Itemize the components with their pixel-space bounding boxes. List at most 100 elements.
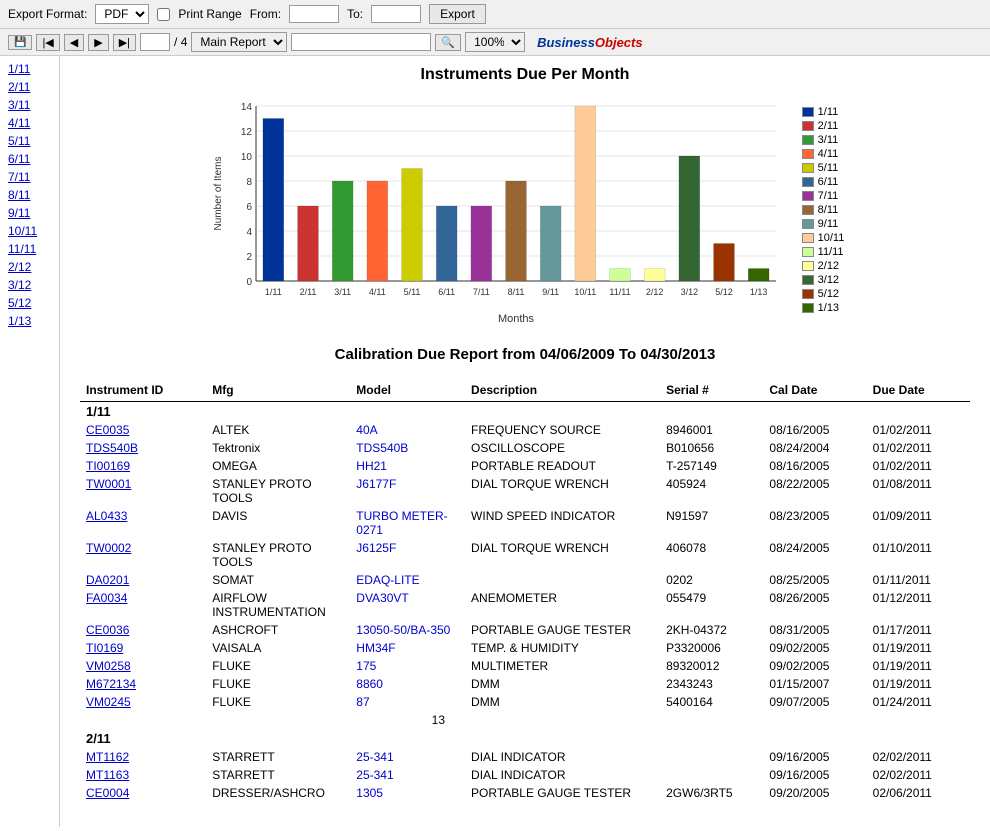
cell-instrument[interactable]: CE0035: [80, 421, 206, 439]
cell-duedate: 01/10/2011: [867, 539, 970, 571]
cell-model[interactable]: 13050-50/BA-350: [350, 621, 465, 639]
sidebar-item[interactable]: 9/11: [0, 204, 59, 222]
cell-caldate: 09/20/2005: [763, 784, 866, 802]
search-input[interactable]: [291, 33, 431, 51]
cell-instrument[interactable]: DA0201: [80, 571, 206, 589]
cell-instrument[interactable]: VM0245: [80, 693, 206, 711]
cell-instrument[interactable]: M672134: [80, 675, 206, 693]
cell-instrument[interactable]: TI0169: [80, 639, 206, 657]
cell-instrument[interactable]: TW0001: [80, 475, 206, 507]
sidebar-item[interactable]: 5/11: [0, 132, 59, 150]
svg-text:3/11: 3/11: [334, 287, 351, 297]
cell-model[interactable]: 87: [350, 693, 465, 711]
sidebar: 1/112/113/114/115/116/117/118/119/1110/1…: [0, 56, 60, 827]
nav-prev-button[interactable]: ◀: [64, 34, 84, 51]
cell-desc: DMM: [465, 675, 660, 693]
sidebar-item[interactable]: 11/11: [0, 240, 59, 258]
cell-serial: B010656: [660, 439, 763, 457]
cell-model[interactable]: 40A: [350, 421, 465, 439]
svg-text:6: 6: [246, 202, 252, 213]
sidebar-item[interactable]: 1/13: [0, 312, 59, 330]
to-input[interactable]: [371, 5, 421, 23]
cell-mfg: FLUKE: [206, 657, 350, 675]
cell-instrument[interactable]: CE0004: [80, 784, 206, 802]
cell-model[interactable]: 8860: [350, 675, 465, 693]
sidebar-item[interactable]: 4/11: [0, 114, 59, 132]
svg-text:8: 8: [246, 177, 252, 188]
sidebar-item[interactable]: 7/11: [0, 168, 59, 186]
cell-instrument[interactable]: TDS540B: [80, 439, 206, 457]
svg-text:Number of Items: Number of Items: [213, 157, 224, 231]
table-row: TDS540B Tektronix TDS540B OSCILLOSCOPE B…: [80, 439, 970, 457]
legend-item: 6/11: [802, 176, 845, 188]
sidebar-item[interactable]: 3/12: [0, 276, 59, 294]
cell-instrument[interactable]: FA0034: [80, 589, 206, 621]
cell-serial: 2343243: [660, 675, 763, 693]
print-range-checkbox[interactable]: [157, 8, 170, 21]
from-input[interactable]: [289, 5, 339, 23]
cell-caldate: 01/15/2007: [763, 675, 866, 693]
cell-model[interactable]: J6177F: [350, 475, 465, 507]
cell-model[interactable]: 1305: [350, 784, 465, 802]
nav-first-button[interactable]: |◀: [36, 34, 59, 51]
table-row: MT1162 STARRETT 25-341 DIAL INDICATOR 09…: [80, 748, 970, 766]
sidebar-item[interactable]: 10/11: [0, 222, 59, 240]
cell-model[interactable]: DVA30VT: [350, 589, 465, 621]
cell-mfg: Tektronix: [206, 439, 350, 457]
cell-model[interactable]: 175: [350, 657, 465, 675]
cell-instrument[interactable]: MT1163: [80, 766, 206, 784]
sidebar-item[interactable]: 5/12: [0, 294, 59, 312]
sidebar-item[interactable]: 2/12: [0, 258, 59, 276]
sidebar-item[interactable]: 2/11: [0, 78, 59, 96]
cell-model[interactable]: 25-341: [350, 748, 465, 766]
export-button[interactable]: Export: [429, 4, 486, 24]
cell-caldate: 08/16/2005: [763, 457, 866, 475]
cell-duedate: 01/02/2011: [867, 457, 970, 475]
col-header-serial: Serial #: [660, 379, 763, 402]
cell-caldate: 09/16/2005: [763, 748, 866, 766]
sidebar-item[interactable]: 1/11: [0, 60, 59, 78]
cell-instrument[interactable]: MT1162: [80, 748, 206, 766]
cell-model[interactable]: TURBO METER-0271: [350, 507, 465, 539]
cell-instrument[interactable]: TI00169: [80, 457, 206, 475]
cell-model[interactable]: EDAQ-LITE: [350, 571, 465, 589]
sidebar-item[interactable]: 3/11: [0, 96, 59, 114]
legend-item: 4/11: [802, 148, 845, 160]
table-row: TW0002 STANLEY PROTO TOOLS J6125F DIAL T…: [80, 539, 970, 571]
cell-caldate: 08/25/2005: [763, 571, 866, 589]
cell-instrument[interactable]: VM0258: [80, 657, 206, 675]
cell-mfg: STANLEY PROTO TOOLS: [206, 539, 350, 571]
cell-caldate: 08/24/2004: [763, 439, 866, 457]
cell-model[interactable]: 25-341: [350, 766, 465, 784]
cell-duedate: 01/08/2011: [867, 475, 970, 507]
content-area: Instruments Due Per Month 024681012141/1…: [60, 56, 990, 827]
cell-model[interactable]: TDS540B: [350, 439, 465, 457]
nav-save-icon[interactable]: 💾: [8, 35, 32, 50]
nav-last-button[interactable]: ▶|: [113, 34, 136, 51]
sidebar-item[interactable]: 6/11: [0, 150, 59, 168]
cell-model[interactable]: HM34F: [350, 639, 465, 657]
sidebar-item[interactable]: 8/11: [0, 186, 59, 204]
legend-item: 10/11: [802, 232, 845, 244]
page-separator: / 4: [174, 35, 187, 49]
cell-caldate: 08/31/2005: [763, 621, 866, 639]
cell-instrument[interactable]: AL0433: [80, 507, 206, 539]
export-format-select[interactable]: PDF: [95, 4, 149, 24]
cell-model[interactable]: J6125F: [350, 539, 465, 571]
svg-text:2/11: 2/11: [299, 287, 316, 297]
table-row: VM0258 FLUKE 175 MULTIMETER 89320012 09/…: [80, 657, 970, 675]
chart-wrapper: 024681012141/112/113/114/115/116/117/118…: [206, 96, 786, 326]
cell-instrument[interactable]: TW0002: [80, 539, 206, 571]
report-select[interactable]: Main Report: [191, 32, 287, 52]
cell-instrument[interactable]: CE0036: [80, 621, 206, 639]
cell-serial: 8946001: [660, 421, 763, 439]
svg-text:2/12: 2/12: [646, 287, 664, 297]
page-number-input[interactable]: 1: [140, 33, 170, 51]
table-row: TI0169 VAISALA HM34F TEMP. & HUMIDITY P3…: [80, 639, 970, 657]
nav-next-button[interactable]: ▶: [88, 34, 108, 51]
cell-model[interactable]: HH21: [350, 457, 465, 475]
svg-text:Months: Months: [498, 313, 535, 325]
bo-logo: BusinessObjects: [537, 35, 643, 50]
search-button[interactable]: 🔍: [435, 34, 461, 51]
zoom-select[interactable]: 100%: [465, 32, 525, 52]
